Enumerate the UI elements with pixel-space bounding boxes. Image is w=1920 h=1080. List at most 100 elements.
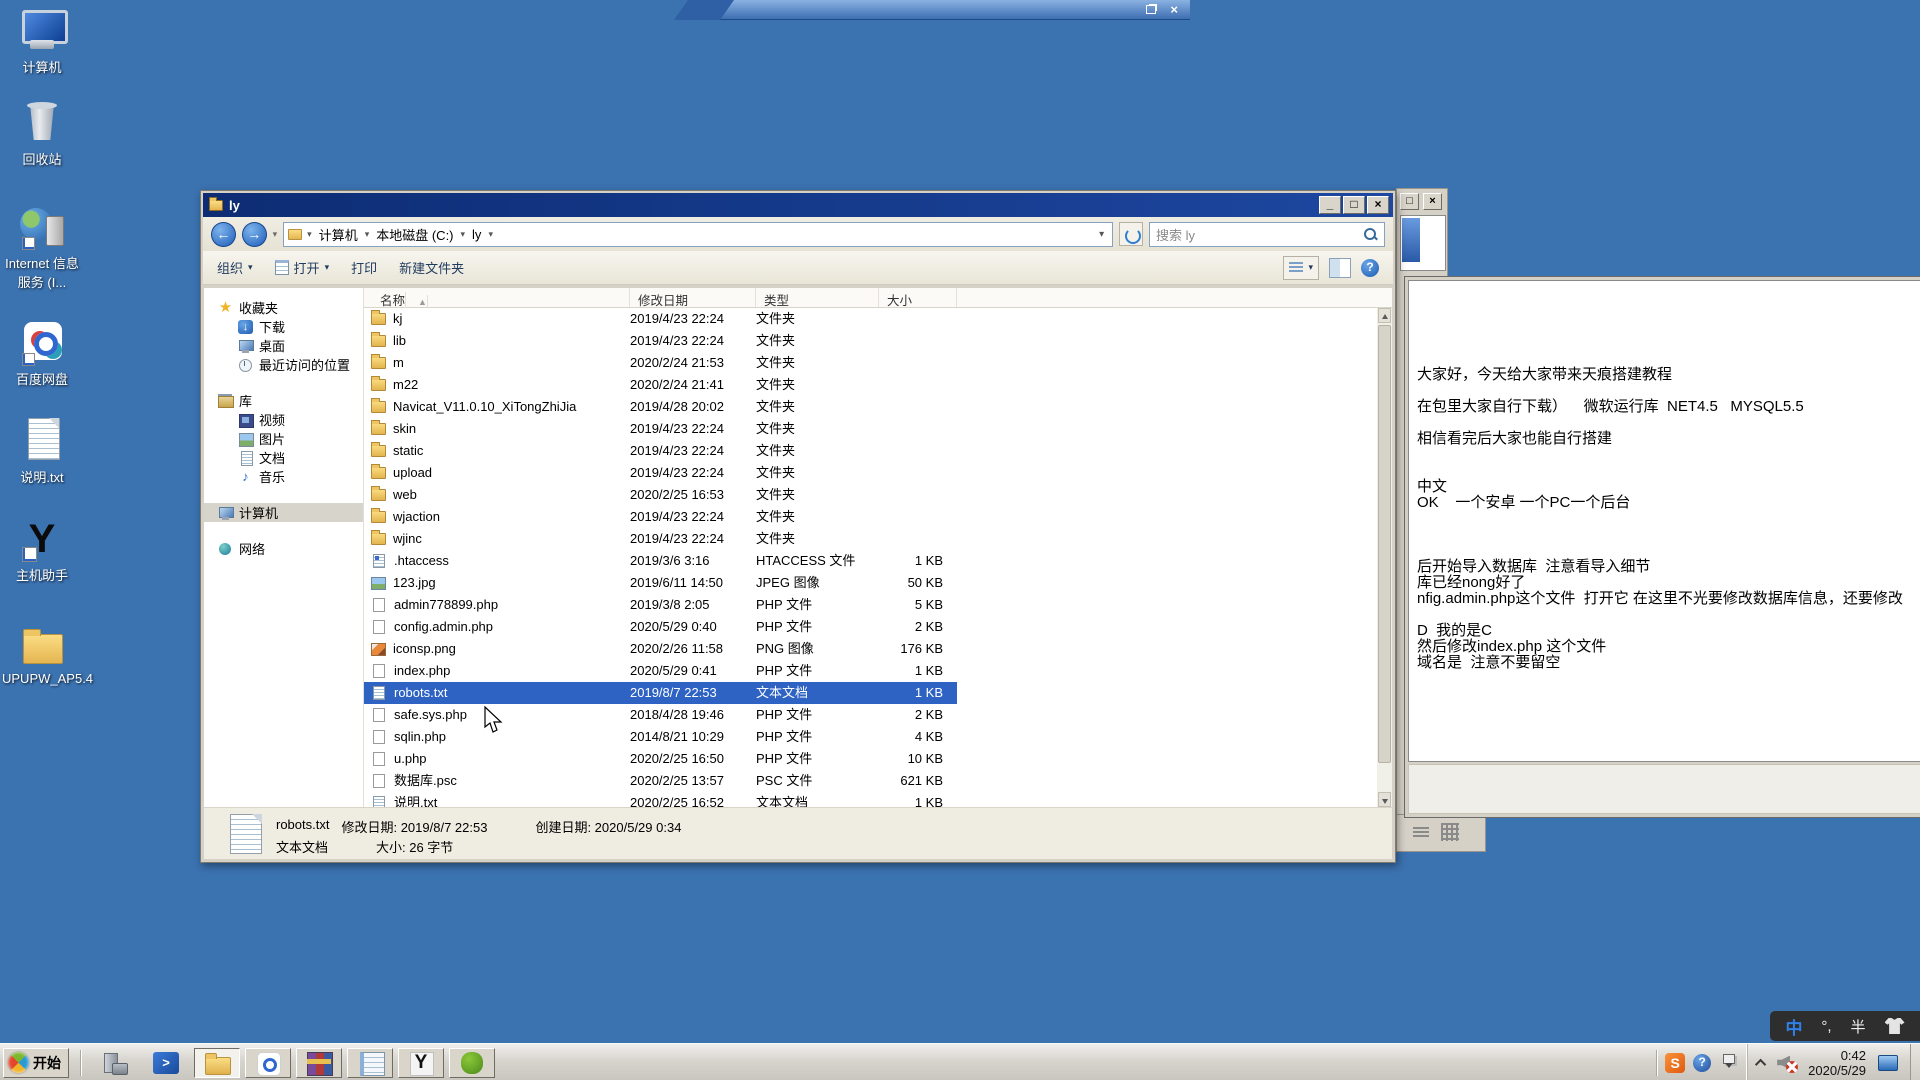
breadcrumb-segment-folder[interactable]: ly: [470, 227, 483, 242]
address-bar[interactable]: ▾ 计算机 ▾ 本地磁盘 (C:) ▾ ly ▾ ▾: [283, 222, 1113, 247]
desktop-icon[interactable]: 百度网盘: [2, 320, 82, 388]
table-row[interactable]: m 2020/2/24 21:53 文件夹: [364, 352, 957, 374]
taskbar-button[interactable]: [347, 1048, 393, 1078]
ime-punctuation-mode[interactable]: °,: [1821, 1018, 1831, 1035]
sidebar-item[interactable]: 计算机: [204, 503, 363, 522]
window-switcher-icon[interactable]: [1721, 1053, 1737, 1073]
background-window-titlebar[interactable]: ×: [688, 0, 1190, 20]
desktop-icon[interactable]: 计算机: [2, 8, 82, 76]
table-row[interactable]: config.admin.php 2020/5/29 0:40 PHP 文件 2…: [364, 616, 957, 638]
ime-halfwidth-mode[interactable]: 半: [1851, 1016, 1866, 1037]
table-row[interactable]: admin778899.php 2019/3/8 2:05 PHP 文件 5 K…: [364, 594, 957, 616]
taskbar-button[interactable]: >: [143, 1048, 189, 1078]
change-view-button[interactable]: ▾: [1283, 256, 1319, 280]
taskbar-button[interactable]: Y: [398, 1048, 444, 1078]
sidebar-item[interactable]: 视频: [204, 410, 363, 429]
organize-button[interactable]: 组织▾: [217, 258, 253, 277]
search-input[interactable]: 搜索 ly: [1149, 222, 1385, 247]
sidebar-item[interactable]: ↓ 下载: [204, 317, 363, 336]
table-row[interactable]: 数据库.psc 2020/2/25 13:57 PSC 文件 621 KB: [364, 770, 957, 792]
help-button[interactable]: ?: [1361, 259, 1379, 277]
clock[interactable]: 0:42 2020/5/29: [1808, 1048, 1866, 1078]
explorer-titlebar[interactable]: ly _ □ ×: [203, 193, 1393, 217]
print-button[interactable]: 打印: [351, 258, 377, 277]
table-row[interactable]: 123.jpg 2019/6/11 14:50 JPEG 图像 50 KB: [364, 572, 957, 594]
horizontal-scrollbar[interactable]: [1408, 764, 1920, 814]
table-row[interactable]: lib 2019/4/23 22:24 文件夹: [364, 330, 957, 352]
network-icon[interactable]: [1878, 1055, 1898, 1071]
new-folder-button[interactable]: 新建文件夹: [399, 258, 464, 277]
notepad-text-area[interactable]: 大家好，今天给大家带来天痕搭建教程 在包里大家自行下载） 微软运行库 NET4.…: [1408, 280, 1920, 762]
column-header-name[interactable]: 名称▲: [364, 288, 630, 307]
column-header-type[interactable]: 类型: [756, 288, 879, 307]
table-row[interactable]: Navicat_V11.0.10_XiTongZhiJia 2019/4/28 …: [364, 396, 957, 418]
taskbar-button[interactable]: [194, 1048, 240, 1078]
sidebar-item[interactable]: ★ 收藏夹: [204, 298, 363, 317]
close-button[interactable]: ×: [1423, 193, 1442, 210]
sidebar-item[interactable]: 最近访问的位置: [204, 355, 363, 374]
table-row[interactable]: .htaccess 2019/3/6 3:16 HTACCESS 文件 1 KB: [364, 550, 957, 572]
scroll-up-icon[interactable]: [1378, 308, 1391, 323]
breadcrumb-segment-drive[interactable]: 本地磁盘 (C:): [374, 225, 455, 244]
column-header-size[interactable]: 大小: [879, 288, 957, 307]
desktop-icon[interactable]: UPUPW_AP5.4: [2, 622, 82, 686]
table-row[interactable]: 说明.txt 2020/2/25 16:52 文本文档 1 KB: [364, 792, 957, 807]
table-row[interactable]: u.php 2020/2/25 16:50 PHP 文件 10 KB: [364, 748, 957, 770]
table-row[interactable]: wjinc 2019/4/23 22:24 文件夹: [364, 528, 957, 550]
column-header-date[interactable]: 修改日期: [630, 288, 756, 307]
minimize-button[interactable]: _: [1319, 196, 1341, 214]
back-button[interactable]: ←: [211, 222, 236, 247]
table-row[interactable]: robots.txt 2019/8/7 22:53 文本文档 1 KB: [364, 682, 957, 704]
table-row[interactable]: upload 2019/4/23 22:24 文件夹: [364, 462, 957, 484]
table-row[interactable]: sqlin.php 2014/8/21 10:29 PHP 文件 4 KB: [364, 726, 957, 748]
history-dropdown-icon[interactable]: ▾: [273, 229, 278, 240]
desktop-icon[interactable]: Internet 信息服务 (I...: [2, 204, 82, 291]
taskbar-button[interactable]: [296, 1048, 342, 1078]
show-desktop-button[interactable]: [1910, 1044, 1920, 1080]
refresh-button[interactable]: [1119, 222, 1143, 246]
ime-chinese-mode[interactable]: 中: [1785, 1014, 1802, 1039]
forward-button[interactable]: →: [242, 222, 267, 247]
scrollbar-thumb[interactable]: [1378, 325, 1391, 763]
table-row[interactable]: wjaction 2019/4/23 22:24 文件夹: [364, 506, 957, 528]
start-button[interactable]: 开始: [3, 1048, 69, 1078]
sogou-ime-icon[interactable]: S: [1665, 1053, 1685, 1073]
table-row[interactable]: skin 2019/4/23 22:24 文件夹: [364, 418, 957, 440]
open-button[interactable]: 打开▾: [275, 258, 330, 277]
vertical-scrollbar[interactable]: [1377, 308, 1392, 807]
ime-skin-icon[interactable]: [1885, 1018, 1905, 1034]
close-button[interactable]: ×: [1367, 196, 1389, 214]
show-hidden-icons-chevron[interactable]: [1755, 1058, 1766, 1069]
desktop-icon[interactable]: 说明.txt: [2, 418, 82, 486]
table-row[interactable]: web 2020/2/25 16:53 文件夹: [364, 484, 957, 506]
desktop-icon[interactable]: Y 主机助手: [2, 516, 82, 584]
address-dropdown-icon[interactable]: ▾: [1095, 229, 1108, 240]
help-tray-icon[interactable]: ?: [1693, 1054, 1711, 1072]
table-row[interactable]: safe.sys.php 2018/4/28 19:46 PHP 文件 2 KB: [364, 704, 957, 726]
sidebar-item-label: 下载: [259, 317, 285, 336]
taskbar-button[interactable]: [92, 1048, 138, 1078]
sidebar-item[interactable]: 文档: [204, 448, 363, 467]
taskbar-button[interactable]: [245, 1048, 291, 1078]
scroll-down-icon[interactable]: [1378, 792, 1391, 807]
sidebar-item[interactable]: 网络: [204, 539, 363, 558]
table-row[interactable]: static 2019/4/23 22:24 文件夹: [364, 440, 957, 462]
close-icon[interactable]: ×: [1170, 3, 1178, 16]
maximize-button[interactable]: □: [1400, 193, 1419, 210]
restore-icon[interactable]: [1146, 5, 1156, 14]
volume-muted-icon[interactable]: [1776, 1053, 1798, 1073]
table-row[interactable]: iconsp.png 2020/2/26 11:58 PNG 图像 176 KB: [364, 638, 957, 660]
sidebar-item[interactable]: 图片: [204, 429, 363, 448]
breadcrumb-segment-computer[interactable]: 计算机: [317, 225, 360, 244]
sidebar-item[interactable]: 桌面: [204, 336, 363, 355]
maximize-button[interactable]: □: [1343, 196, 1365, 214]
preview-pane-button[interactable]: [1329, 258, 1351, 278]
sidebar-item[interactable]: ♪ 音乐: [204, 467, 363, 486]
taskbar-button[interactable]: [449, 1048, 495, 1078]
sidebar-item[interactable]: 库: [204, 391, 363, 410]
table-row[interactable]: index.php 2020/5/29 0:41 PHP 文件 1 KB: [364, 660, 957, 682]
desktop-icon[interactable]: 回收站: [2, 100, 82, 168]
file-name: m: [393, 352, 404, 374]
table-row[interactable]: kj 2019/4/23 22:24 文件夹: [364, 308, 957, 330]
table-row[interactable]: m22 2020/2/24 21:41 文件夹: [364, 374, 957, 396]
